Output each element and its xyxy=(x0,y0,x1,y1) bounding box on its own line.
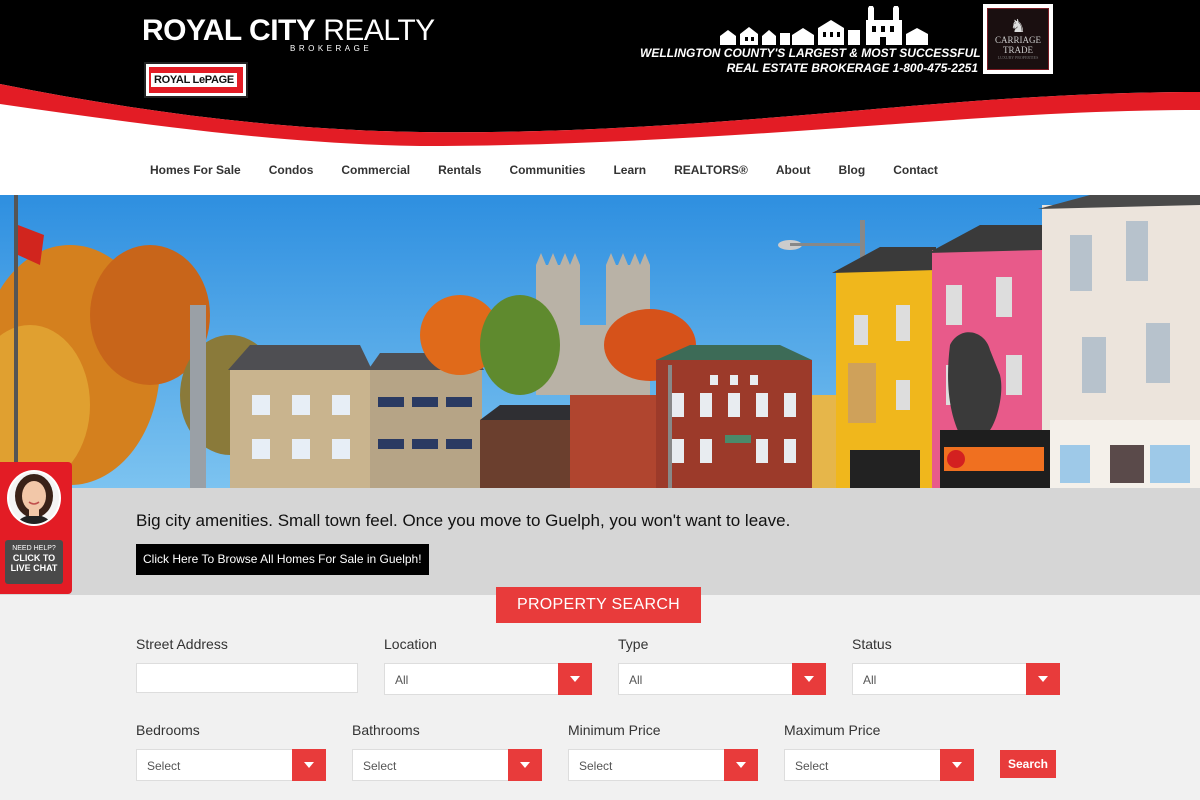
brand-subtitle: BROKERAGE xyxy=(290,44,373,53)
tagline-line-2: REAL ESTATE BROKERAGE 1-800-475-2251 xyxy=(726,61,978,75)
chevron-down-icon xyxy=(736,762,746,768)
horse-icon: ♞ xyxy=(1009,16,1027,36)
street-address-label: Street Address xyxy=(136,636,228,652)
bathrooms-dropdown-button[interactable] xyxy=(508,749,542,781)
carriage-trade-logo-inner: ♞ CARRIAGE TRADE LUXURY PROPERTIES xyxy=(987,8,1049,70)
nav-item-condos[interactable]: Condos xyxy=(269,163,314,177)
agent-avatar xyxy=(7,470,61,526)
bedrooms-label: Bedrooms xyxy=(136,722,200,738)
bedrooms-dropdown-button[interactable] xyxy=(292,749,326,781)
nav-item-blog[interactable]: Blog xyxy=(839,163,866,177)
chat-line-1: NEED HELP? xyxy=(12,545,56,552)
type-label: Type xyxy=(618,636,649,652)
royal-lepage-logo-text: ROYAL LePAGE xyxy=(151,73,237,87)
type-select[interactable]: All xyxy=(618,663,826,695)
browse-homes-button[interactable]: Click Here To Browse All Homes For Sale … xyxy=(136,544,429,575)
site-header: ROYAL CITY REALTY BROKERAGE ROYAL LePAGE xyxy=(0,0,1200,195)
carriage-line-2: TRADE xyxy=(1003,45,1033,55)
chevron-down-icon xyxy=(952,762,962,768)
nav-item-homes-for-sale[interactable]: Homes For Sale xyxy=(150,163,241,177)
banner-tagline: Big city amenities. Small town feel. Onc… xyxy=(136,511,791,530)
chevron-down-icon xyxy=(520,762,530,768)
bathrooms-value: Select xyxy=(363,759,397,773)
carriage-line-3: LUXURY PROPERTIES xyxy=(997,55,1039,60)
property-search-title: PROPERTY SEARCH xyxy=(496,587,701,623)
status-dropdown-button[interactable] xyxy=(1026,663,1060,695)
agent-avatar-icon xyxy=(9,472,59,524)
search-button[interactable]: Search xyxy=(1000,750,1056,778)
nav-item-communities[interactable]: Communities xyxy=(509,163,585,177)
location-value: All xyxy=(395,673,409,687)
min-price-select[interactable]: Select xyxy=(568,749,758,781)
bedrooms-select[interactable]: Select xyxy=(136,749,326,781)
max-price-label: Maximum Price xyxy=(784,722,881,738)
nav-item-commercial[interactable]: Commercial xyxy=(341,163,410,177)
type-value: All xyxy=(629,673,643,687)
max-price-dropdown-button[interactable] xyxy=(940,749,974,781)
chevron-down-icon xyxy=(304,762,314,768)
location-dropdown-button[interactable] xyxy=(558,663,592,695)
status-value: All xyxy=(863,673,877,687)
brokerage-tagline: WELLINGTON COUNTY'S LARGEST & MOST SUCCE… xyxy=(640,46,981,76)
live-chat-widget[interactable]: NEED HELP? CLICK TO LIVE CHAT xyxy=(0,462,72,594)
bathrooms-label: Bathrooms xyxy=(352,722,420,738)
tagline-line-1: WELLINGTON COUNTY'S LARGEST & MOST SUCCE… xyxy=(640,46,981,60)
bedrooms-value: Select xyxy=(147,759,181,773)
brand-name-bold: ROYAL CITY xyxy=(142,14,316,47)
max-price-select[interactable]: Select xyxy=(784,749,974,781)
royal-lepage-logo[interactable]: ROYAL LePAGE xyxy=(144,62,248,98)
chat-label: NEED HELP? CLICK TO LIVE CHAT xyxy=(5,540,63,584)
chat-line-2: CLICK TO xyxy=(12,553,56,563)
chevron-down-icon xyxy=(1038,676,1048,682)
chevron-down-icon xyxy=(570,676,580,682)
nav-item-contact[interactable]: Contact xyxy=(893,163,938,177)
brand-logo[interactable]: ROYAL CITY REALTY xyxy=(142,14,435,48)
street-address-input[interactable] xyxy=(136,663,358,693)
hero-image xyxy=(0,195,1200,488)
main-navigation: Homes For Sale Condos Commercial Rentals… xyxy=(150,163,966,177)
carriage-line-1: CARRIAGE xyxy=(994,35,1041,45)
nav-item-learn[interactable]: Learn xyxy=(613,163,646,177)
nav-item-rentals[interactable]: Rentals xyxy=(438,163,481,177)
location-label: Location xyxy=(384,636,437,652)
location-select[interactable]: All xyxy=(384,663,592,695)
chevron-down-icon xyxy=(804,676,814,682)
hero-illustration xyxy=(0,195,1200,488)
nav-item-realtors[interactable]: REALTORS® xyxy=(674,163,748,177)
chat-line-3: LIVE CHAT xyxy=(10,563,58,573)
min-price-dropdown-button[interactable] xyxy=(724,749,758,781)
promo-banner: Big city amenities. Small town feel. Onc… xyxy=(0,488,1200,595)
nav-item-about[interactable]: About xyxy=(776,163,811,177)
carriage-trade-logo[interactable]: ♞ CARRIAGE TRADE LUXURY PROPERTIES xyxy=(983,4,1053,74)
min-price-label: Minimum Price xyxy=(568,722,661,738)
min-price-value: Select xyxy=(579,759,613,773)
type-dropdown-button[interactable] xyxy=(792,663,826,695)
status-select[interactable]: All xyxy=(852,663,1060,695)
max-price-value: Select xyxy=(795,759,829,773)
status-label: Status xyxy=(852,636,892,652)
royal-lepage-logo-inner: ROYAL LePAGE xyxy=(149,67,243,93)
bathrooms-select[interactable]: Select xyxy=(352,749,542,781)
brand-name-light: REALTY xyxy=(315,14,435,47)
city-skyline-icon xyxy=(720,6,928,45)
